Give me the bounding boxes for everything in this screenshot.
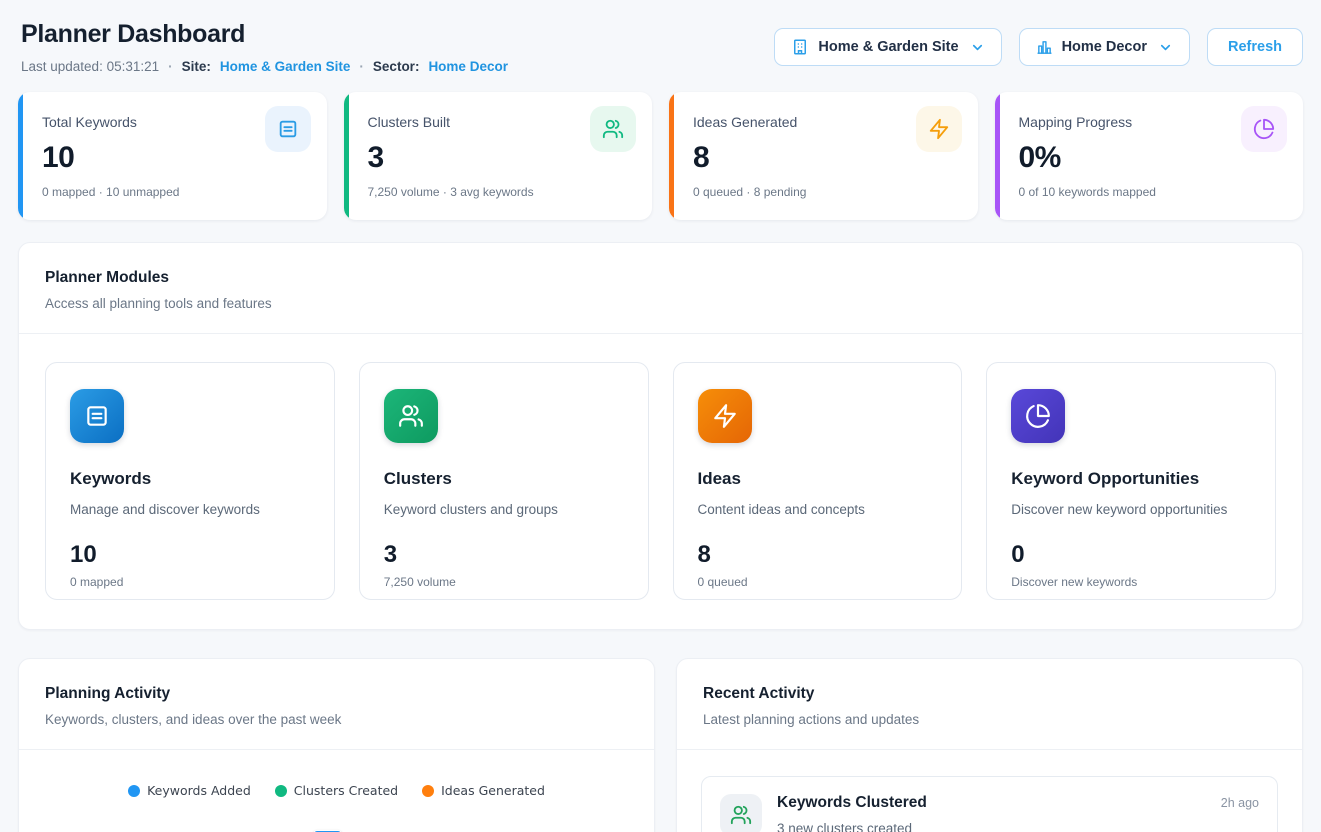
module-subtext: 0 queued bbox=[698, 575, 938, 589]
module-card-keyword-opportunities[interactable]: Keyword Opportunities Discover new keywo… bbox=[986, 362, 1276, 600]
bottom-row: Planning Activity Keywords, clusters, an… bbox=[18, 658, 1303, 832]
module-card-ideas[interactable]: Ideas Content ideas and concepts 8 0 que… bbox=[673, 362, 963, 600]
planner-modules-panel: Planner Modules Access all planning tool… bbox=[18, 242, 1303, 630]
legend-item-keywords-added[interactable]: Keywords Added bbox=[128, 783, 251, 798]
stat-card-ideas-generated[interactable]: Ideas Generated 8 0 queued · 8 pending bbox=[669, 92, 978, 220]
recent-activity-list: Keywords Clustered 2h ago 3 new clusters… bbox=[677, 750, 1302, 832]
legend-dot-orange bbox=[422, 785, 434, 797]
users-icon bbox=[384, 389, 438, 443]
activity-item-keywords-clustered[interactable]: Keywords Clustered 2h ago 3 new clusters… bbox=[701, 776, 1278, 832]
bolt-icon bbox=[916, 106, 962, 152]
legend-label: Keywords Added bbox=[147, 783, 251, 798]
site-label: Site: bbox=[182, 59, 211, 74]
bar-chart-icon bbox=[1036, 39, 1053, 56]
planning-activity-title: Planning Activity bbox=[45, 685, 628, 703]
activity-chart: 25 25 24 bbox=[19, 822, 654, 832]
activity-item-content: Keywords Clustered 2h ago 3 new clusters… bbox=[777, 794, 1259, 832]
planning-activity-panel: Planning Activity Keywords, clusters, an… bbox=[18, 658, 655, 832]
page-title: Planner Dashboard bbox=[18, 20, 508, 49]
modules-panel-header: Planner Modules Access all planning tool… bbox=[19, 243, 1302, 334]
stat-accent-bar bbox=[669, 92, 674, 220]
last-updated-text: Last updated: 05:31:21 bbox=[21, 59, 159, 74]
chevron-down-icon bbox=[1156, 40, 1173, 55]
module-title: Keywords bbox=[70, 469, 310, 489]
modules-panel-subtitle: Access all planning tools and features bbox=[45, 296, 1276, 311]
module-title: Clusters bbox=[384, 469, 624, 489]
header-meta: Last updated: 05:31:21 · Site: Home & Ga… bbox=[18, 59, 508, 74]
module-value: 10 bbox=[70, 541, 310, 569]
document-icon bbox=[70, 389, 124, 443]
modules-grid: Keywords Manage and discover keywords 10… bbox=[19, 334, 1302, 629]
module-description: Discover new keyword opportunities bbox=[1011, 502, 1251, 517]
pie-chart-icon bbox=[1011, 389, 1065, 443]
stats-row: Total Keywords 10 0 mapped · 10 unmapped… bbox=[18, 92, 1303, 220]
recent-activity-title: Recent Activity bbox=[703, 685, 1276, 703]
meta-separator: · bbox=[359, 59, 364, 74]
pie-chart-icon bbox=[1241, 106, 1287, 152]
stat-card-clusters-built[interactable]: Clusters Built 3 7,250 volume · 3 avg ke… bbox=[344, 92, 653, 220]
activity-item-description: 3 new clusters created bbox=[777, 821, 1259, 832]
planner-dashboard-page: Planner Dashboard Last updated: 05:31:21… bbox=[0, 0, 1321, 832]
users-icon bbox=[720, 794, 762, 832]
legend-label: Clusters Created bbox=[294, 783, 398, 798]
legend-label: Ideas Generated bbox=[441, 783, 545, 798]
header-controls: Home & Garden Site Home Decor Refresh bbox=[774, 28, 1303, 66]
planning-activity-header: Planning Activity Keywords, clusters, an… bbox=[19, 659, 654, 750]
module-value: 0 bbox=[1011, 541, 1251, 569]
sector-label: Sector: bbox=[373, 59, 420, 74]
activity-item-time: 2h ago bbox=[1221, 796, 1259, 810]
meta-separator: · bbox=[168, 59, 173, 74]
legend-item-clusters-created[interactable]: Clusters Created bbox=[275, 783, 398, 798]
stat-subtext: 0 of 10 keywords mapped bbox=[1019, 185, 1284, 199]
module-description: Content ideas and concepts bbox=[698, 502, 938, 517]
site-link[interactable]: Home & Garden Site bbox=[220, 59, 351, 74]
stat-accent-bar bbox=[18, 92, 23, 220]
modules-panel-title: Planner Modules bbox=[45, 269, 1276, 287]
module-title: Keyword Opportunities bbox=[1011, 469, 1251, 489]
module-description: Manage and discover keywords bbox=[70, 502, 310, 517]
chart-legend: Keywords Added Clusters Created Ideas Ge… bbox=[19, 783, 654, 798]
site-selector-label: Home & Garden Site bbox=[818, 39, 958, 55]
module-subtext: 0 mapped bbox=[70, 575, 310, 589]
stat-subtext: 0 queued · 8 pending bbox=[693, 185, 958, 199]
page-header: Planner Dashboard Last updated: 05:31:21… bbox=[18, 20, 1303, 74]
sector-link[interactable]: Home Decor bbox=[428, 59, 508, 74]
module-value: 3 bbox=[384, 541, 624, 569]
recent-activity-panel: Recent Activity Latest planning actions … bbox=[676, 658, 1303, 832]
sector-selector-label: Home Decor bbox=[1062, 39, 1147, 55]
area-chart-svg bbox=[75, 822, 646, 832]
legend-item-ideas-generated[interactable]: Ideas Generated bbox=[422, 783, 545, 798]
stat-card-total-keywords[interactable]: Total Keywords 10 0 mapped · 10 unmapped bbox=[18, 92, 327, 220]
recent-activity-header: Recent Activity Latest planning actions … bbox=[677, 659, 1302, 750]
legend-dot-green bbox=[275, 785, 287, 797]
module-card-keywords[interactable]: Keywords Manage and discover keywords 10… bbox=[45, 362, 335, 600]
chart-plot-area[interactable]: 25 24 bbox=[75, 822, 646, 832]
stat-accent-bar bbox=[344, 92, 349, 220]
sector-selector-dropdown[interactable]: Home Decor bbox=[1019, 28, 1190, 66]
activity-item-title: Keywords Clustered bbox=[777, 794, 927, 812]
refresh-button[interactable]: Refresh bbox=[1207, 28, 1303, 66]
legend-dot-blue bbox=[128, 785, 140, 797]
module-value: 8 bbox=[698, 541, 938, 569]
module-card-clusters[interactable]: Clusters Keyword clusters and groups 3 7… bbox=[359, 362, 649, 600]
document-icon bbox=[265, 106, 311, 152]
module-subtext: 7,250 volume bbox=[384, 575, 624, 589]
stat-accent-bar bbox=[995, 92, 1000, 220]
stat-subtext: 0 mapped · 10 unmapped bbox=[42, 185, 307, 199]
stat-subtext: 7,250 volume · 3 avg keywords bbox=[368, 185, 633, 199]
building-icon bbox=[791, 38, 809, 56]
module-description: Keyword clusters and groups bbox=[384, 502, 624, 517]
module-title: Ideas bbox=[698, 469, 938, 489]
module-subtext: Discover new keywords bbox=[1011, 575, 1251, 589]
site-selector-dropdown[interactable]: Home & Garden Site bbox=[774, 28, 1001, 66]
bolt-icon bbox=[698, 389, 752, 443]
chevron-down-icon bbox=[968, 40, 985, 55]
planning-activity-subtitle: Keywords, clusters, and ideas over the p… bbox=[45, 712, 628, 727]
recent-activity-subtitle: Latest planning actions and updates bbox=[703, 712, 1276, 727]
stat-card-mapping-progress[interactable]: Mapping Progress 0% 0 of 10 keywords map… bbox=[995, 92, 1304, 220]
users-icon bbox=[590, 106, 636, 152]
